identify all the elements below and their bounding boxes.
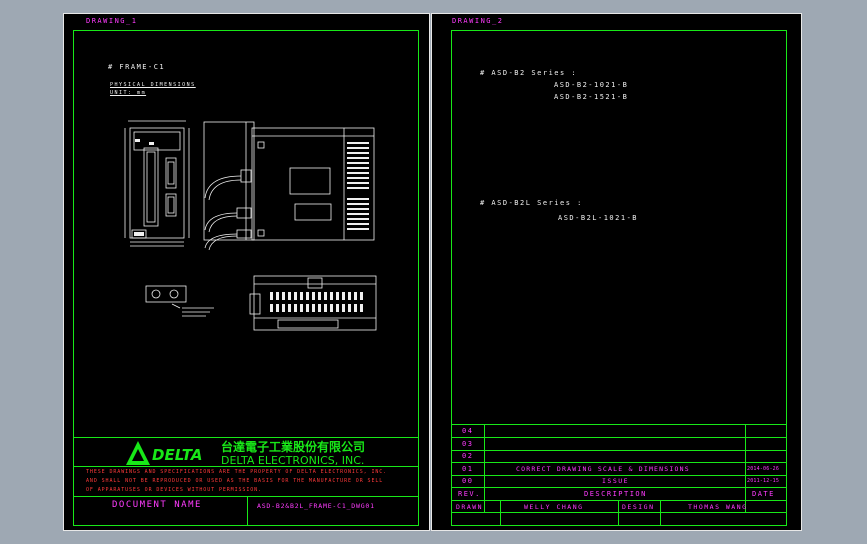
series-1-model-2: ASD-B2-1521-B bbox=[554, 93, 629, 101]
revision-date: 2014-06-26 bbox=[747, 466, 780, 472]
rev-column-header: REV. bbox=[458, 490, 481, 498]
unit-subtitle: UNIT: mm bbox=[110, 90, 147, 96]
notice-top-line bbox=[74, 466, 418, 467]
col-line bbox=[484, 424, 485, 512]
col-line bbox=[745, 424, 746, 512]
col-line bbox=[618, 500, 619, 526]
row-line bbox=[452, 462, 786, 463]
series-2-model-1: ASD-B2L-1021-B bbox=[558, 214, 639, 222]
revision-date: 2011-12-15 bbox=[747, 478, 780, 484]
col-line bbox=[660, 500, 661, 526]
description-column-header: DESCRIPTION bbox=[584, 490, 647, 498]
company-name-chinese: 台達電子工業股份有限公司 bbox=[221, 440, 366, 454]
mounting-detail-drawing bbox=[145, 285, 214, 317]
drawn-label: DRAWN bbox=[456, 503, 484, 511]
date-column-header: DATE bbox=[752, 490, 775, 498]
series-2-title: # ASD-B2L Series : bbox=[480, 199, 583, 207]
document-name-value: ASD-B2&B2L_FRAME-C1_DWG01 bbox=[257, 502, 375, 510]
row-line bbox=[452, 437, 786, 438]
series-1-title: # ASD-B2 Series : bbox=[480, 69, 578, 77]
notice-line-1: THESE DRAWINGS AND SPECIFICATIONS ARE TH… bbox=[86, 469, 388, 475]
document-name-divider bbox=[247, 496, 248, 525]
revision-number: 02 bbox=[462, 452, 474, 460]
document-name-label: DOCUMENT NAME bbox=[112, 500, 202, 510]
notice-line-2: AND SHALL NOT BE REPRODUCED OR USED AS T… bbox=[86, 478, 384, 484]
bottom-view-drawing bbox=[249, 275, 377, 331]
drawn-value: WELLY CHANG bbox=[524, 503, 584, 511]
revision-number: 00 bbox=[462, 477, 474, 485]
sheet-tab-label: DRAWING_1 bbox=[86, 17, 138, 25]
sheet-tab-label: DRAWING_2 bbox=[452, 17, 504, 25]
row-line bbox=[452, 512, 786, 513]
delta-logo-icon: DELTA bbox=[126, 441, 202, 465]
revision-description: CORRECT DRAWING SCALE & DIMENSIONS bbox=[516, 465, 690, 473]
notice-line-3: OF APPARATUSES OR DEVICES WITHOUT PERMIS… bbox=[86, 487, 262, 493]
revision-description: ISSUE bbox=[602, 477, 630, 485]
revision-number: 01 bbox=[462, 465, 474, 473]
design-label: DESIGN bbox=[622, 503, 655, 511]
drawing-sheet-2[interactable]: DRAWING_2 # ASD-B2 Series : ASD-B2-1021-… bbox=[431, 13, 802, 531]
row-line bbox=[452, 487, 786, 488]
row-line bbox=[452, 500, 786, 501]
document-name-top-line bbox=[74, 496, 418, 497]
row-line bbox=[452, 450, 786, 451]
isometric-view-drawing bbox=[251, 127, 375, 241]
drawing-sheet-1[interactable]: DRAWING_1 # FRAME-C1 PHYSICAL DIMENSIONS… bbox=[63, 13, 430, 531]
col-line bbox=[500, 500, 501, 526]
row-line bbox=[452, 424, 786, 425]
dimensions-subtitle: PHYSICAL DIMENSIONS bbox=[110, 82, 196, 88]
front-view-drawing bbox=[124, 120, 190, 247]
svg-text:DELTA: DELTA bbox=[152, 446, 202, 464]
frame-title: # FRAME-C1 bbox=[108, 63, 166, 71]
design-value: THOMAS WANG bbox=[688, 503, 748, 511]
revision-number: 04 bbox=[462, 427, 474, 435]
revision-number: 03 bbox=[462, 440, 474, 448]
series-1-model-1: ASD-B2-1021-B bbox=[554, 81, 629, 89]
drawing-frame bbox=[451, 30, 787, 526]
row-line bbox=[452, 475, 786, 476]
